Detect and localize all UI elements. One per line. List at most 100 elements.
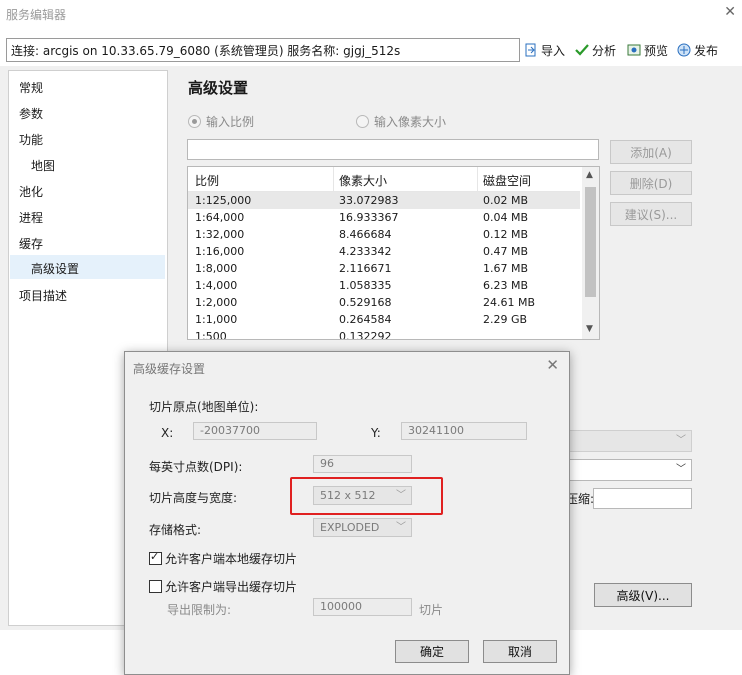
cell-scale: 1:64,000 [195, 211, 245, 224]
tile-size-label: 切片高度与宽度: [149, 491, 238, 505]
sidebar-item-pooling[interactable]: 池化 [19, 183, 43, 200]
sidebar-item-processes[interactable]: 进程 [19, 209, 43, 226]
storage-format-value: EXPLODED [320, 521, 380, 534]
sidebar-item-item-description[interactable]: 项目描述 [19, 287, 67, 304]
scroll-down-icon[interactable]: ▼ [586, 324, 593, 334]
column-header-disk-space[interactable]: 磁盘空间 [483, 172, 531, 189]
delete-button[interactable]: 删除(D) [610, 171, 692, 195]
storage-format-select[interactable]: EXPLODED ﹀ [313, 518, 412, 537]
suggest-button[interactable]: 建议(S)... [610, 202, 692, 226]
compress-input[interactable] [593, 488, 692, 509]
cell-scale: 1:2,000 [195, 296, 238, 309]
connection-info: 连接: arcgis on 10.33.65.79_6080 (系统管理员) 服… [6, 38, 520, 62]
cell-pixel-size: 0.529168 [339, 296, 392, 309]
cell-disk-space: 1.67 MB [483, 262, 529, 275]
sidebar-item-label: 高级设置 [31, 262, 80, 276]
scale-input[interactable] [187, 139, 599, 160]
allow-export-cache-label: 允许客户端导出缓存切片 [165, 580, 298, 594]
checkbox-checked [149, 550, 162, 565]
cell-scale: 1:4,000 [195, 279, 238, 292]
chevron-down-icon: ﹀ [676, 435, 686, 446]
cell-disk-space: 0.12 MB [483, 228, 529, 241]
sidebar-item-general[interactable]: 常规 [19, 79, 43, 96]
table-row[interactable]: 1:125,000 33.072983 0.02 MB [188, 192, 580, 209]
cell-pixel-size: 16.933367 [339, 211, 399, 224]
sidebar-item-map[interactable]: 地图 [31, 157, 55, 174]
column-header-pixel-size[interactable]: 像素大小 [339, 172, 387, 189]
cell-disk-space: 0.02 MB [483, 194, 529, 207]
allow-local-cache-label: 允许客户端本地缓存切片 [165, 552, 298, 566]
cell-scale: 1:500 [195, 330, 227, 340]
column-header-scale[interactable]: 比例 [195, 172, 219, 189]
radio-button [188, 115, 201, 128]
compress-label: 压缩: [566, 492, 595, 506]
page-title: 高级设置 [188, 79, 249, 97]
publish-button[interactable]: 发布 [677, 40, 718, 60]
table-row[interactable]: 1:500 0.132292 [188, 328, 580, 340]
radio-button [356, 115, 369, 128]
allow-local-cache-checkbox[interactable]: 允许客户端本地缓存切片 [149, 550, 297, 567]
cell-pixel-size: 0.264584 [339, 313, 392, 326]
advanced-button[interactable]: 高级(V)... [594, 583, 692, 607]
export-limit-label: 导出限制为: [167, 603, 232, 617]
cell-pixel-size: 33.072983 [339, 194, 399, 207]
dpi-field[interactable]: 96 [313, 455, 412, 473]
ok-button[interactable]: 确定 [395, 640, 469, 663]
radio-input-scale[interactable]: 输入比例 [188, 113, 254, 130]
table-row[interactable]: 1:64,000 16.933367 0.04 MB [188, 209, 580, 226]
tile-origin-label: 切片原点(地图单位): [149, 400, 259, 414]
table-row[interactable]: 1:4,000 1.058335 6.23 MB [188, 277, 580, 294]
checkmark-icon [575, 44, 589, 56]
sidebar-item-capabilities[interactable]: 功能 [19, 131, 43, 148]
background-combo-2[interactable]: ﹀ [566, 459, 692, 481]
window-close-button[interactable]: ✕ [724, 4, 736, 20]
table-row[interactable]: 1:32,000 8.466684 0.12 MB [188, 226, 580, 243]
cell-scale: 1:1,000 [195, 313, 238, 326]
list-header: 比例 像素大小 磁盘空间 [188, 167, 580, 192]
cell-disk-space: 6.23 MB [483, 279, 529, 292]
import-label: 导入 [541, 43, 566, 58]
cancel-button[interactable]: 取消 [483, 640, 557, 663]
background-combo-1[interactable]: ﹀ [566, 430, 692, 452]
y-label: Y: [371, 426, 381, 440]
close-icon[interactable]: ✕ [546, 356, 559, 374]
cell-scale: 1:32,000 [195, 228, 245, 241]
table-row[interactable]: 1:2,000 0.529168 24.61 MB [188, 294, 580, 311]
table-row[interactable]: 1:8,000 2.116671 1.67 MB [188, 260, 580, 277]
origin-x-field[interactable]: -20037700 [193, 422, 317, 440]
allow-export-cache-checkbox[interactable]: 允许客户端导出缓存切片 [149, 578, 297, 595]
window-titlebar [0, 0, 742, 30]
dialog-title: 高级缓存设置 [133, 362, 206, 376]
scroll-thumb[interactable] [585, 187, 596, 297]
scroll-up-icon[interactable]: ▲ [586, 170, 593, 180]
scale-list[interactable]: 比例 像素大小 磁盘空间 1:125,000 33.072983 0.02 MB 1… [187, 166, 600, 340]
connection-text: 连接: arcgis on 10.33.65.79_6080 (系统管理员) 服… [11, 44, 401, 58]
add-button[interactable]: 添加(A) [610, 140, 692, 164]
cell-pixel-size: 4.233342 [339, 245, 392, 258]
export-limit-field[interactable]: 100000 [313, 598, 412, 616]
cell-disk-space: 2.29 GB [483, 313, 528, 326]
cell-disk-space: 24.61 MB [483, 296, 536, 309]
import-button[interactable]: 导入 [524, 40, 565, 60]
sidebar-item-caching[interactable]: 缓存 [19, 235, 43, 252]
origin-y-field[interactable]: 30241100 [401, 422, 527, 440]
column-divider [477, 167, 478, 191]
window-title: 服务编辑器 [6, 8, 67, 22]
table-row[interactable]: 1:16,000 4.233342 0.47 MB [188, 243, 580, 260]
publish-icon [677, 43, 691, 57]
sidebar-item-advanced-settings[interactable]: 高级设置 [10, 255, 165, 279]
cell-disk-space: 0.47 MB [483, 245, 529, 258]
export-limit-unit: 切片 [419, 603, 444, 617]
list-scrollbar[interactable]: ▲ ▼ [582, 167, 599, 339]
cell-scale: 1:125,000 [195, 194, 252, 207]
radio-input-pixel-size[interactable]: 输入像素大小 [356, 113, 446, 130]
table-row[interactable]: 1:1,000 0.264584 2.29 GB [188, 311, 580, 328]
radio-label: 输入像素大小 [374, 115, 447, 129]
storage-format-label: 存储格式: [149, 523, 202, 537]
chevron-down-icon: ﹀ [676, 464, 686, 475]
sidebar-item-parameters[interactable]: 参数 [19, 105, 43, 122]
analyze-label: 分析 [592, 43, 617, 58]
cell-pixel-size: 1.058335 [339, 279, 392, 292]
preview-button[interactable]: 预览 [627, 40, 668, 60]
analyze-button[interactable]: 分析 [575, 40, 616, 60]
